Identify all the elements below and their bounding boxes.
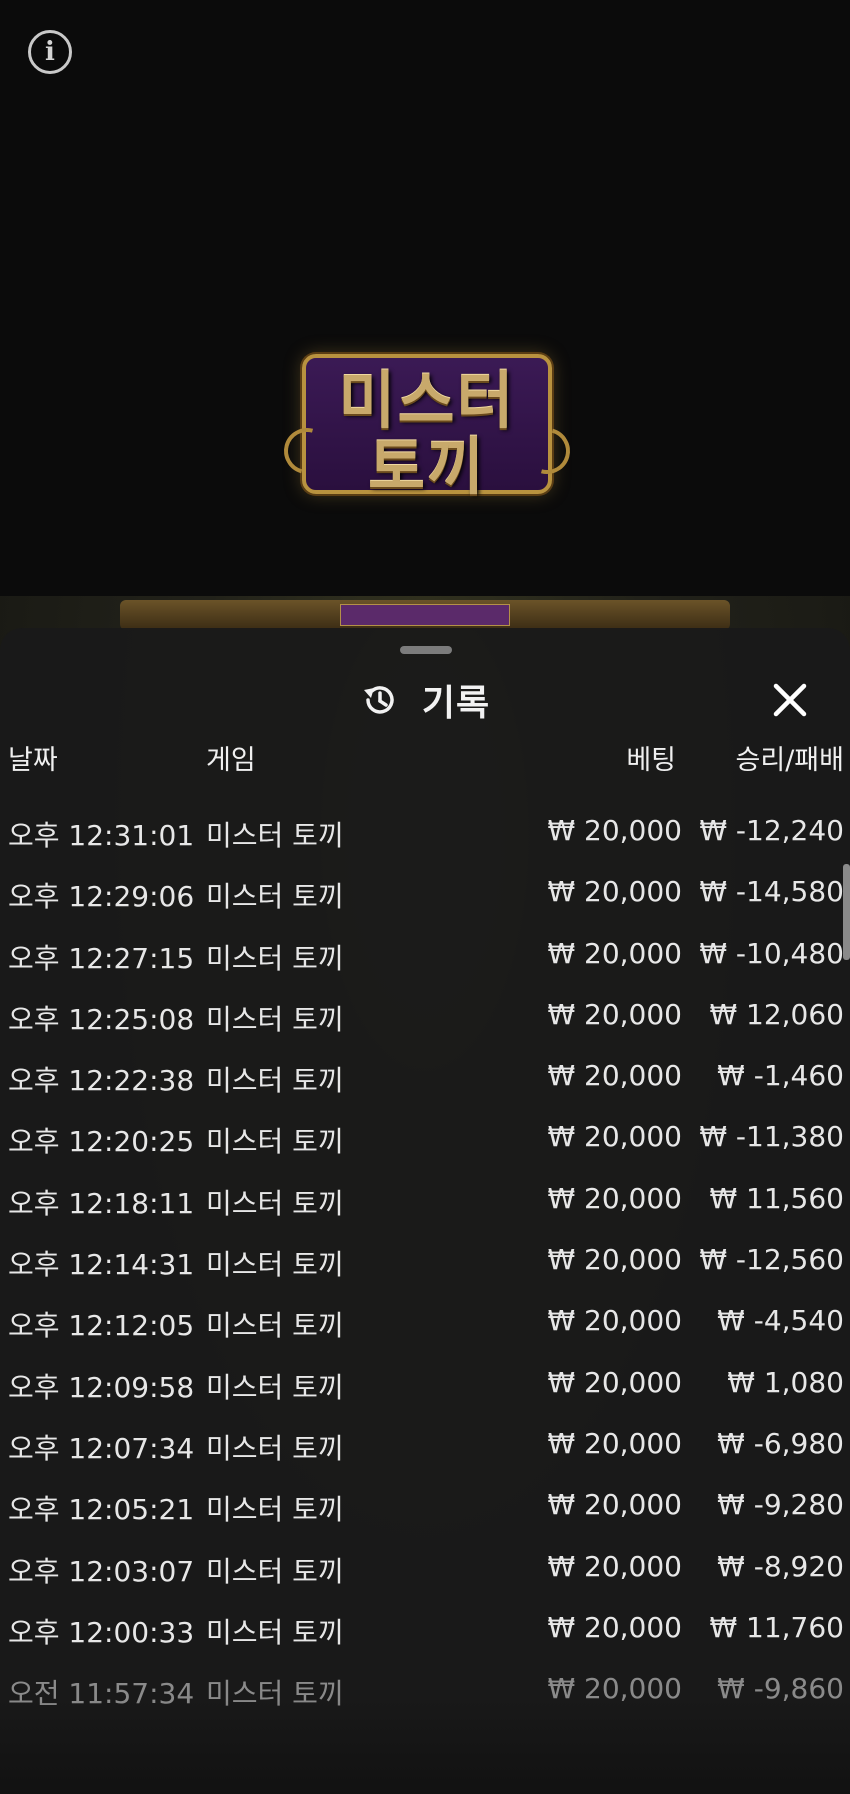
row-bet: ₩ 20,000 — [547, 1243, 682, 1277]
panel-title: 기록 — [421, 683, 491, 724]
row-bet: ₩ 20,000 — [547, 1426, 682, 1460]
history-row[interactable]: 오후 12:20:25 미스터 토끼 ₩ 20,000 ₩ -11,380 — [0, 1112, 850, 1173]
row-game: 미스터 토끼 — [206, 880, 344, 914]
row-time: 오후 12:03:07 — [8, 1554, 195, 1588]
row-time: 오후 12:14:31 — [8, 1248, 195, 1282]
row-time: 오후 12:07:34 — [8, 1431, 195, 1465]
row-time: 오후 12:09:58 — [8, 1370, 195, 1404]
row-result: ₩ -11,380 — [699, 1120, 844, 1154]
row-result: ₩ -14,580 — [699, 875, 844, 909]
row-result: ₩ -6,980 — [717, 1426, 844, 1460]
row-game: 미스터 토끼 — [206, 1248, 344, 1282]
row-game: 미스터 토끼 — [206, 1125, 344, 1159]
column-header-game: 게임 — [206, 745, 256, 776]
row-game: 미스터 토끼 — [206, 941, 344, 975]
history-row[interactable]: 오후 12:03:07 미스터 토끼 ₩ 20,000 ₩ -8,920 — [0, 1542, 850, 1603]
row-result: ₩ 11,560 — [709, 1181, 844, 1215]
close-icon[interactable] — [768, 678, 812, 722]
history-row[interactable]: 오후 12:12:05 미스터 토끼 ₩ 20,000 ₩ -4,540 — [0, 1296, 850, 1357]
history-icon — [363, 686, 394, 714]
history-row[interactable]: 오후 12:29:06 미스터 토끼 ₩ 20,000 ₩ -14,580 — [0, 867, 850, 928]
game-top-area: i 미스터 토끼 — [0, 0, 850, 600]
history-row[interactable]: 오후 12:31:01 미스터 토끼 ₩ 20,000 ₩ -12,240 — [0, 806, 850, 867]
screen: i 미스터 토끼 기록 날짜 게임 베팅 승리/패배 오후 12:31:01 미… — [0, 0, 850, 1794]
row-result: ₩ 11,760 — [709, 1610, 844, 1644]
row-result: ₩ -9,280 — [717, 1488, 844, 1522]
bottom-fade — [0, 1700, 850, 1794]
row-game: 미스터 토끼 — [206, 1309, 344, 1343]
row-time: 오후 12:05:21 — [8, 1493, 195, 1527]
panel-header: 기록 — [0, 670, 850, 730]
panel-drag-handle[interactable] — [400, 646, 452, 654]
row-time: 오후 12:18:11 — [8, 1186, 195, 1220]
history-row[interactable]: 오후 12:27:15 미스터 토끼 ₩ 20,000 ₩ -10,480 — [0, 929, 850, 990]
row-game: 미스터 토끼 — [206, 1554, 344, 1588]
game-banner — [340, 604, 510, 626]
row-time: 오후 12:27:15 — [8, 941, 195, 975]
row-time: 오후 12:25:08 — [8, 1002, 195, 1036]
row-bet: ₩ 20,000 — [547, 1181, 682, 1215]
row-time: 오후 12:00:33 — [8, 1615, 195, 1649]
row-game: 미스터 토끼 — [206, 1064, 344, 1098]
row-game: 미스터 토끼 — [206, 1002, 344, 1036]
row-bet: ₩ 20,000 — [547, 875, 682, 909]
row-result: ₩ -12,240 — [699, 814, 844, 847]
history-row[interactable]: 오후 12:07:34 미스터 토끼 ₩ 20,000 ₩ -6,980 — [0, 1419, 850, 1480]
scrollbar[interactable] — [843, 864, 850, 960]
row-time: 오후 12:31:01 — [8, 819, 195, 852]
row-time: 오후 12:29:06 — [8, 880, 195, 914]
info-icon[interactable]: i — [28, 30, 72, 74]
row-time: 오후 12:22:38 — [8, 1064, 195, 1098]
history-row[interactable]: 오후 12:25:08 미스터 토끼 ₩ 20,000 ₩ 12,060 — [0, 990, 850, 1051]
history-row[interactable]: 오후 12:14:31 미스터 토끼 ₩ 20,000 ₩ -12,560 — [0, 1235, 850, 1296]
column-header-date: 날짜 — [8, 745, 58, 776]
history-row[interactable]: 오후 12:05:21 미스터 토끼 ₩ 20,000 ₩ -9,280 — [0, 1480, 850, 1541]
row-result: ₩ 12,060 — [709, 997, 844, 1031]
row-bet: ₩ 20,000 — [547, 997, 682, 1031]
game-logo: 미스터 토끼 — [275, 350, 579, 503]
row-bet: ₩ 20,000 — [547, 1610, 682, 1644]
history-row[interactable]: 오후 12:22:38 미스터 토끼 ₩ 20,000 ₩ -1,460 — [0, 1051, 850, 1112]
row-result: ₩ 1,080 — [727, 1365, 844, 1399]
history-list[interactable]: 오후 12:31:01 미스터 토끼 ₩ 20,000 ₩ -12,240 오후… — [0, 806, 850, 1725]
history-row[interactable]: 오후 12:00:33 미스터 토끼 ₩ 20,000 ₩ 11,760 — [0, 1603, 850, 1664]
row-bet: ₩ 20,000 — [547, 1549, 682, 1583]
logo-line-2: 토끼 — [367, 430, 487, 503]
row-bet: ₩ 20,000 — [547, 814, 682, 847]
row-bet: ₩ 20,000 — [547, 1120, 682, 1154]
row-result: ₩ -10,480 — [699, 936, 844, 970]
row-game: 미스터 토끼 — [206, 1615, 344, 1649]
history-row[interactable]: 오후 12:09:58 미스터 토끼 ₩ 20,000 ₩ 1,080 — [0, 1358, 850, 1419]
row-bet: ₩ 20,000 — [547, 1488, 682, 1522]
row-game: 미스터 토끼 — [206, 1370, 344, 1404]
row-bet: ₩ 20,000 — [547, 936, 682, 970]
column-header-bet: 베팅 — [626, 745, 676, 776]
row-game: 미스터 토끼 — [206, 1431, 344, 1465]
game-frame-top — [120, 600, 730, 630]
row-result: ₩ -8,920 — [717, 1549, 844, 1583]
row-game: 미스터 토끼 — [206, 1493, 344, 1527]
row-bet: ₩ 20,000 — [547, 1059, 682, 1093]
row-result: ₩ -4,540 — [717, 1304, 844, 1338]
row-bet: ₩ 20,000 — [547, 1304, 682, 1338]
history-panel: 기록 날짜 게임 베팅 승리/패배 오후 12:31:01 미스터 토끼 ₩ 2… — [0, 628, 850, 1794]
row-time: 오후 12:12:05 — [8, 1309, 195, 1343]
row-game: 미스터 토끼 — [206, 819, 344, 852]
history-row[interactable]: 오후 12:18:11 미스터 토끼 ₩ 20,000 ₩ 11,560 — [0, 1174, 850, 1235]
row-result: ₩ -1,460 — [717, 1059, 844, 1093]
column-header-win-loss: 승리/패배 — [735, 745, 844, 776]
row-bet: ₩ 20,000 — [547, 1365, 682, 1399]
row-time: 오후 12:20:25 — [8, 1125, 195, 1159]
row-result: ₩ -12,560 — [699, 1243, 844, 1277]
row-game: 미스터 토끼 — [206, 1186, 344, 1220]
